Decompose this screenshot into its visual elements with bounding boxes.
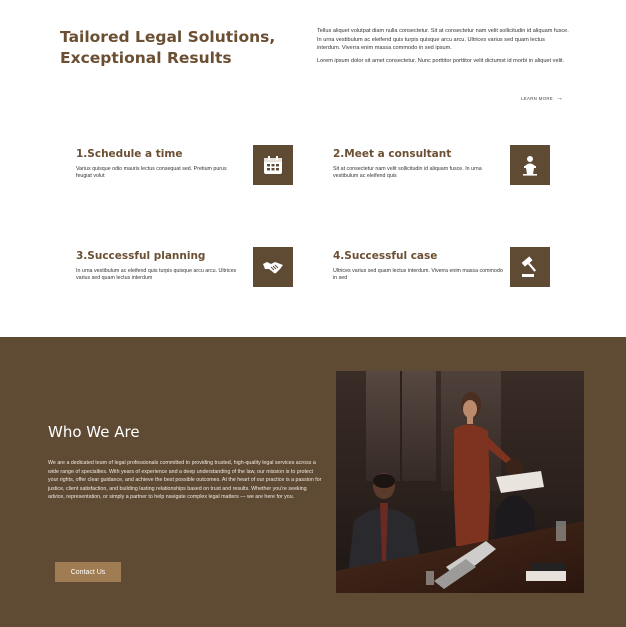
intro-title: Tailored Legal Solutions, Exceptional Re…	[60, 28, 276, 67]
gavel-icon	[510, 247, 550, 287]
intro-paragraph-2: Lorem ipsum dolor sit amet consectetur. …	[317, 57, 565, 64]
who-we-are-text: We are a dedicated team of legal profess…	[48, 460, 322, 501]
intro-text: Tellus aliquet volutpat diam nulla conse…	[317, 27, 569, 69]
step-2-description: Sit at consectetur nam velit sollicitudi…	[333, 166, 482, 179]
learn-more-label: LEARN MORE	[521, 96, 554, 101]
step-3-title: 3.Successful planning	[76, 250, 206, 262]
learn-more-link[interactable]: LEARN MORE →	[521, 95, 564, 102]
speaker-podium-icon	[510, 145, 550, 185]
calendar-icon	[253, 145, 293, 185]
step-2-title: 2.Meet a consultant	[333, 148, 452, 160]
meeting-photo	[336, 371, 584, 593]
step-4-title: 4.Successful case	[333, 250, 438, 262]
step-3-description: In urna vestibulum ac eleifend quis turp…	[76, 268, 237, 281]
contact-us-button[interactable]: Contact Us	[55, 562, 121, 582]
arrow-right-icon: →	[556, 95, 564, 102]
who-we-are-title: Who We Are	[48, 423, 140, 441]
who-we-are-section: Who We Are We are a dedicated team of le…	[0, 337, 626, 627]
step-1-description: Varius quisque odio mauris lectus conseq…	[76, 166, 227, 179]
step-4-description: Ultrices varius sed quam lectus interdum…	[333, 268, 503, 281]
page: Tailored Legal Solutions, Exceptional Re…	[0, 0, 626, 627]
step-1-title: 1.Schedule a time	[76, 148, 183, 160]
handshake-icon	[253, 247, 293, 287]
intro-paragraph-1: Tellus aliquet volutpat diam nulla conse…	[317, 28, 569, 52]
